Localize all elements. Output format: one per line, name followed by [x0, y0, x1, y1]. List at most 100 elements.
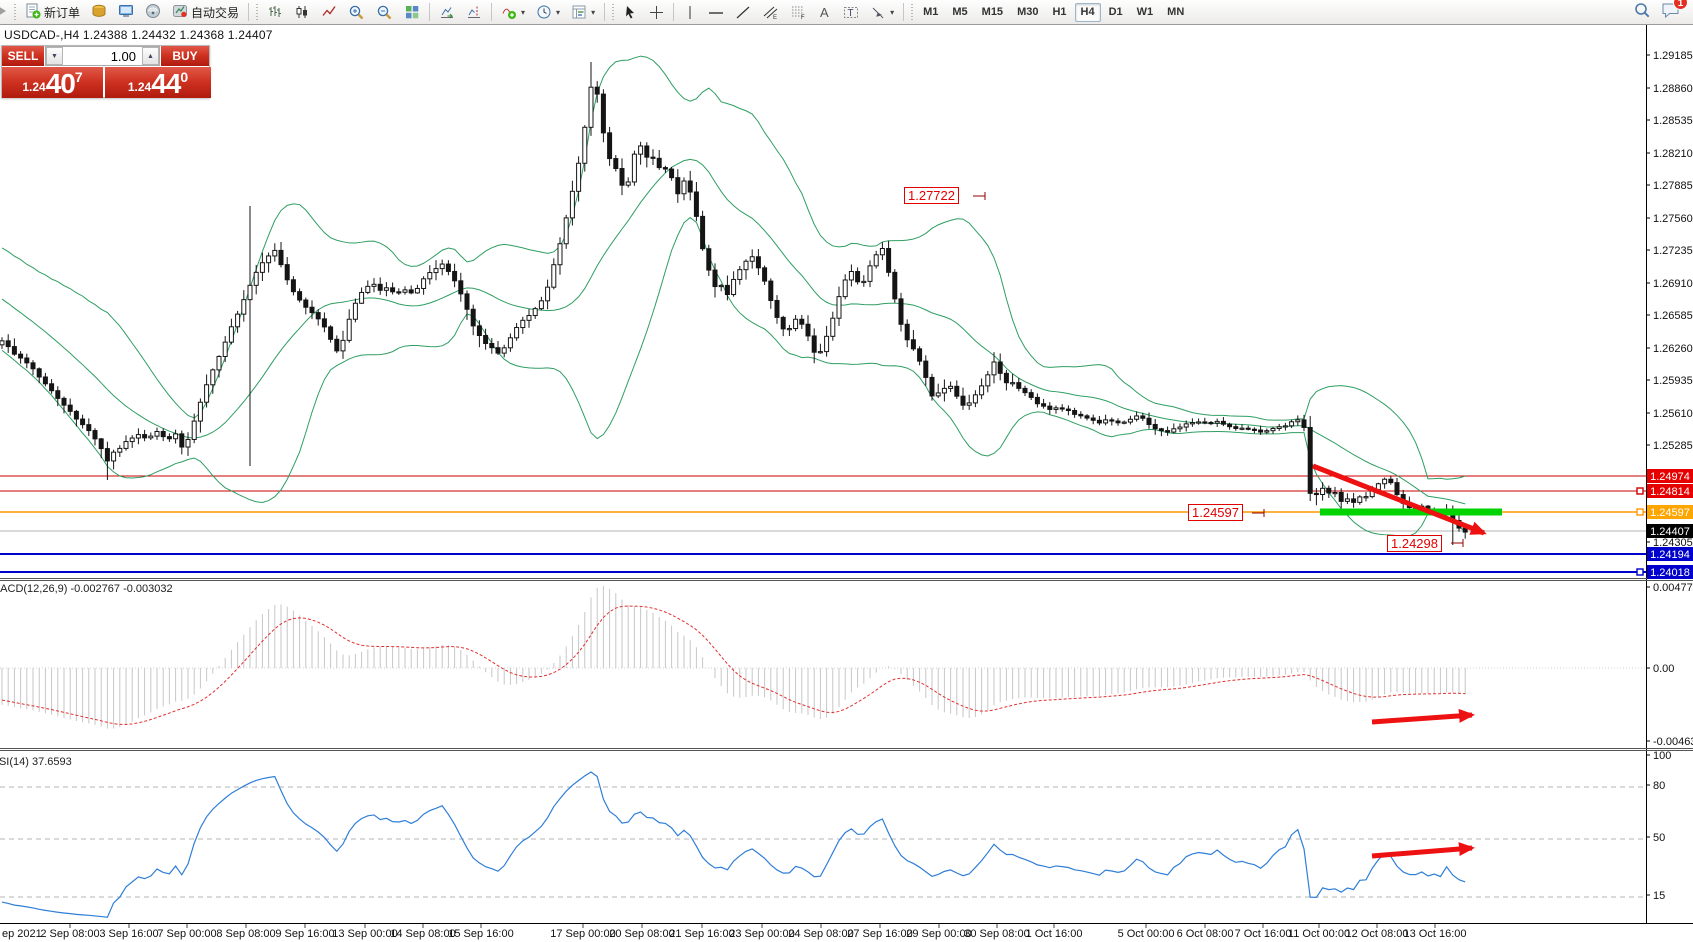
rsi-pane [0, 772, 1646, 917]
templates-button[interactable]: ▾ [566, 2, 600, 23]
signal-button[interactable] [140, 2, 166, 23]
trendline-tool[interactable] [730, 2, 756, 23]
text-tool[interactable]: A [813, 2, 837, 23]
market-watch-button[interactable] [86, 2, 112, 23]
blue-monitor-icon [118, 3, 134, 22]
buy-label: BUY [172, 49, 197, 63]
chat-button[interactable]: 1 [1661, 1, 1681, 24]
toolbar-separator [673, 3, 674, 21]
svg-text:F: F [801, 15, 805, 20]
macd-pane [0, 586, 1646, 729]
cropped-icon [0, 3, 10, 21]
auto-scroll-button[interactable] [434, 2, 460, 23]
sell-price-button[interactable]: 1.24407 [2, 67, 103, 98]
svg-text:17 Sep 00:00: 17 Sep 00:00 [550, 928, 615, 940]
timeframe-M1[interactable]: M1 [917, 3, 944, 22]
fibonacci-tool[interactable]: F [785, 2, 812, 23]
svg-text:1.24974: 1.24974 [1650, 471, 1690, 483]
timeframe-M5[interactable]: M5 [946, 3, 973, 22]
label-tool[interactable]: T [838, 2, 864, 23]
text-icon: A [818, 5, 832, 20]
svg-text:1.24814: 1.24814 [1650, 486, 1690, 498]
channel-tool[interactable]: E [757, 2, 784, 23]
svg-text:1.26260: 1.26260 [1653, 343, 1693, 355]
indicators-icon [501, 4, 517, 20]
svg-text:1.27560: 1.27560 [1653, 213, 1693, 225]
svg-text:1.26585: 1.26585 [1653, 310, 1693, 322]
line-chart-button[interactable] [316, 2, 342, 23]
dropdown-caret: ▾ [890, 8, 894, 17]
candlesticks [0, 62, 1467, 545]
auto-scroll-icon [439, 4, 455, 20]
rsi-axis: 100805015 [1646, 750, 1671, 902]
date-axis: ep 20212 Sep 08:003 Sep 16:007 Sep 00:00… [2, 924, 1467, 940]
svg-text:29 Sep 00:00: 29 Sep 00:00 [906, 928, 971, 940]
timeframe-H4[interactable]: H4 [1075, 3, 1101, 22]
green-support-bar [1320, 509, 1502, 516]
price-annotation-mid[interactable]: 1.24597 [1188, 504, 1243, 521]
chart-area[interactable]: 1.291851.288601.285351.282101.278851.275… [0, 0, 1693, 942]
svg-text:30 Sep 08:00: 30 Sep 08:00 [964, 928, 1029, 940]
volume-decrease-button[interactable]: ▼ [46, 47, 63, 65]
sell-price-big: 40 [46, 71, 75, 97]
toolbar-separator [903, 3, 904, 21]
svg-text:1.26910: 1.26910 [1653, 278, 1693, 290]
timeframe-MN[interactable]: MN [1161, 3, 1190, 22]
zoom-in-button[interactable] [343, 2, 370, 23]
zoom-out-icon [376, 4, 393, 21]
svg-text:21 Sep 16:00: 21 Sep 16:00 [669, 928, 734, 940]
auto-trading-button[interactable]: 自动交易 [167, 2, 244, 23]
svg-text:1.28210: 1.28210 [1653, 148, 1693, 160]
crosshair-tool-button[interactable] [644, 2, 669, 23]
vertical-line-tool[interactable] [678, 2, 702, 23]
search-icon[interactable] [1633, 1, 1651, 24]
svg-text:0.004774: 0.004774 [1653, 582, 1693, 594]
timeframe-H1[interactable]: H1 [1046, 3, 1072, 22]
candlestick-icon [294, 4, 310, 20]
volume-increase-button[interactable]: ▲ [142, 47, 159, 65]
bar-chart-button[interactable] [262, 2, 288, 23]
horizontal-line-tool[interactable] [703, 2, 729, 23]
cursor-tool-button[interactable] [618, 2, 643, 23]
timeframe-M30[interactable]: M30 [1011, 3, 1044, 22]
zoom-out-button[interactable] [371, 2, 398, 23]
svg-text:1.25285: 1.25285 [1653, 440, 1693, 452]
toolbar-separator [604, 3, 605, 21]
svg-text:2 Sep 08:00: 2 Sep 08:00 [40, 928, 99, 940]
timeframe-W1[interactable]: W1 [1131, 3, 1160, 22]
price-annotation-low[interactable]: 1.24298 [1387, 535, 1442, 552]
sell-label: SELL [8, 49, 39, 63]
bar-chart-icon [267, 4, 283, 20]
trendline-icon [735, 5, 751, 20]
price-annotation-high[interactable]: 1.27722 [904, 187, 959, 204]
auto-trading-label: 自动交易 [191, 4, 239, 21]
timeframe-D1[interactable]: D1 [1103, 3, 1129, 22]
terminal-button[interactable] [113, 2, 139, 23]
svg-text:1.29185: 1.29185 [1653, 50, 1693, 62]
chart-ohlc-title: USDCAD-,H4 1.24388 1.24432 1.24368 1.244… [4, 28, 273, 42]
volume-input[interactable]: 1.00 [63, 47, 142, 65]
buy-price-button[interactable]: 1.24440 [105, 67, 211, 98]
chart-shift-button[interactable] [461, 2, 487, 23]
svg-text:11 Oct 00:00: 11 Oct 00:00 [1288, 928, 1350, 940]
buy-button[interactable]: BUY [161, 46, 209, 66]
toolbar-grip [910, 4, 914, 20]
candlestick-button[interactable] [289, 2, 315, 23]
macd-arrow [1372, 715, 1472, 722]
chart-shift-icon [466, 4, 482, 20]
arrows-tool[interactable]: ▾ [865, 2, 899, 23]
svg-text:3 Sep 16:00: 3 Sep 16:00 [99, 928, 158, 940]
new-order-button[interactable]: 新订单 [20, 2, 85, 23]
svg-text:13 Sep 00:00: 13 Sep 00:00 [332, 928, 397, 940]
svg-text:-0.004637: -0.004637 [1653, 736, 1693, 748]
indicators-button[interactable]: ▾ [496, 2, 530, 23]
svg-text:8 Sep 08:00: 8 Sep 08:00 [216, 928, 275, 940]
macd-axis: 0.0047740.00-0.004637 [1646, 582, 1693, 748]
periods-button[interactable]: ▾ [531, 2, 565, 23]
new-order-label: 新订单 [44, 4, 80, 21]
svg-text:7 Sep 00:00: 7 Sep 00:00 [157, 928, 216, 940]
timeframe-M15[interactable]: M15 [976, 3, 1009, 22]
tile-windows-button[interactable] [399, 2, 425, 23]
sell-button[interactable]: SELL [2, 46, 44, 66]
volume-stepper: ▼ 1.00 ▲ [45, 46, 160, 66]
